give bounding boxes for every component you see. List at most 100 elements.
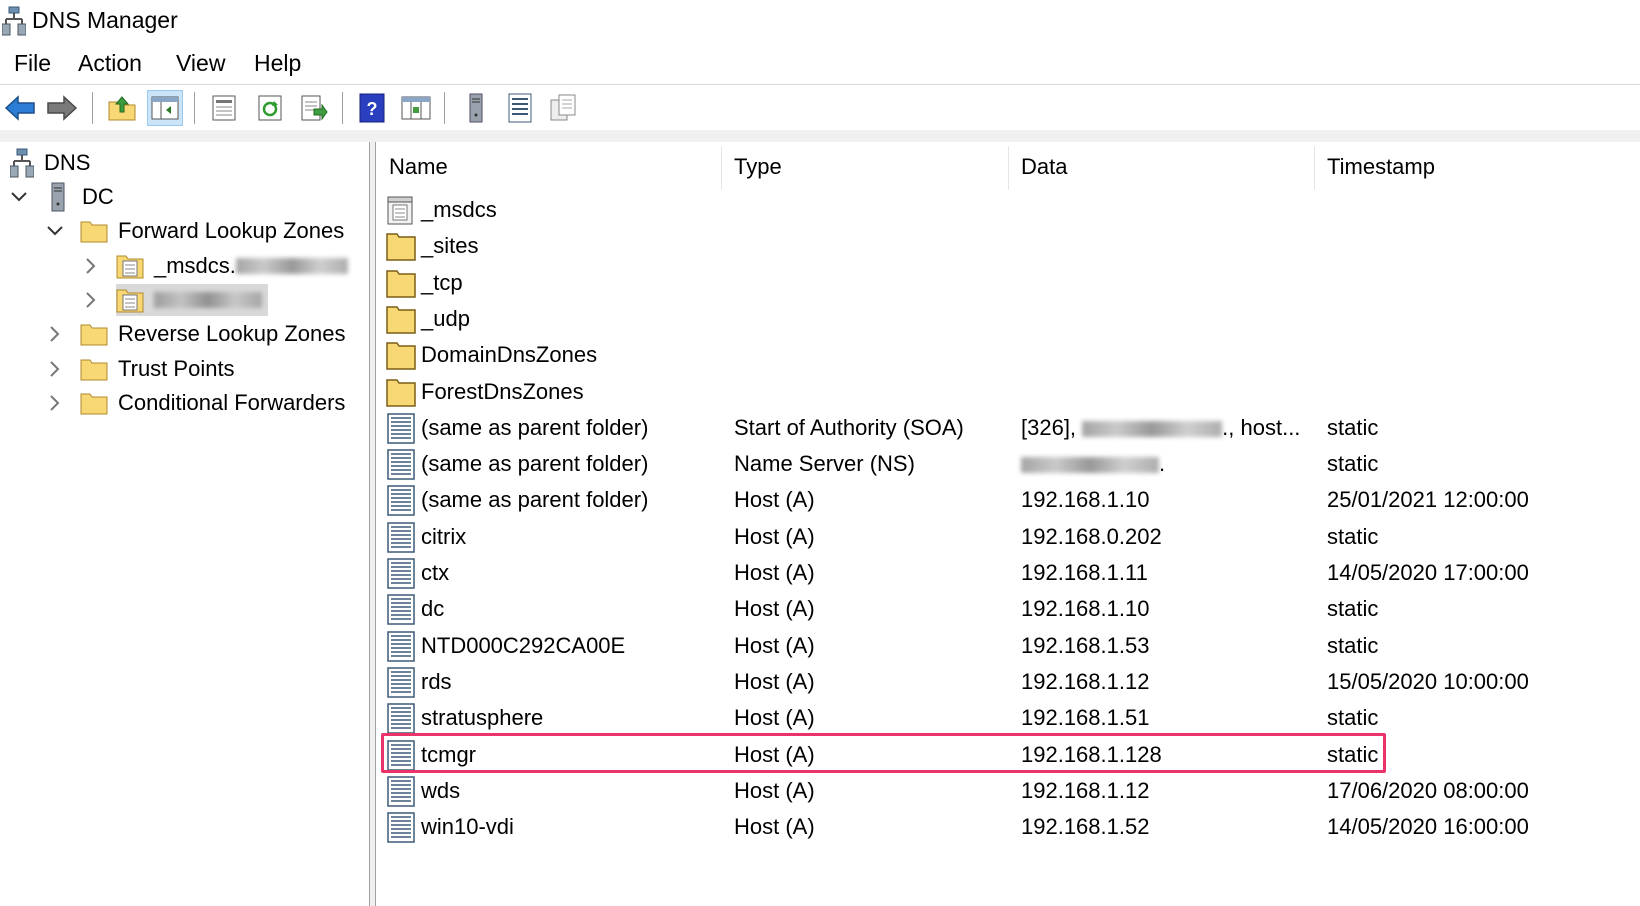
record-name: ForestDnsZones bbox=[421, 378, 584, 404]
table-row[interactable]: rds Host (A) 192.168.1.12 15/05/2020 10:00:… bbox=[384, 664, 1634, 700]
column-header-type[interactable]: Type bbox=[721, 142, 1009, 192]
table-row[interactable]: citrix Host (A) 192.168.0.202 static bbox=[384, 519, 1634, 555]
properties-icon[interactable] bbox=[206, 90, 242, 126]
view-icon[interactable] bbox=[398, 90, 434, 126]
folder-icon bbox=[386, 376, 416, 408]
record-timestamp: static bbox=[1327, 523, 1379, 549]
column-header-timestamp[interactable]: Timestamp bbox=[1314, 142, 1640, 192]
refresh-icon[interactable] bbox=[252, 90, 288, 126]
table-row[interactable]: DomainDnsZones bbox=[384, 337, 1634, 373]
record-name: ctx bbox=[421, 560, 450, 585]
server-icon[interactable] bbox=[458, 90, 494, 126]
table-row[interactable]: _tcp bbox=[384, 265, 1634, 301]
record-timestamp: static bbox=[1327, 451, 1379, 477]
table-row[interactable]: _sites bbox=[384, 228, 1634, 264]
forward-icon[interactable] bbox=[44, 90, 80, 126]
record-data: 192.168.1.11 bbox=[1021, 560, 1148, 586]
back-icon[interactable] bbox=[2, 90, 38, 126]
record-list-icon[interactable] bbox=[502, 90, 538, 126]
column-header-data[interactable]: Data bbox=[1008, 142, 1314, 192]
chevron-right-icon[interactable] bbox=[44, 358, 66, 380]
chevron-down-icon[interactable] bbox=[8, 186, 30, 208]
record-data-value: 192.168.1.12 bbox=[1021, 668, 1150, 694]
record-name: stratusphere bbox=[421, 705, 544, 731]
help-icon[interactable]: ? bbox=[354, 90, 390, 126]
tree-item-dns[interactable]: DNS bbox=[8, 146, 90, 180]
record-data: [326], ., host... bbox=[1021, 415, 1300, 441]
record-icon bbox=[386, 448, 416, 480]
table-row[interactable]: wds Host (A) 192.168.1.12 17/06/2020 08:00:… bbox=[384, 773, 1634, 809]
menu-divider bbox=[0, 84, 1640, 85]
tree-item-forward-lookup-zones[interactable]: Forward Lookup Zones bbox=[44, 214, 344, 248]
chevron-right-icon[interactable] bbox=[80, 289, 102, 311]
tree-item-zone-domain[interactable] bbox=[80, 283, 268, 317]
record-type: Host (A) bbox=[734, 668, 815, 694]
tree-label: Trust Points bbox=[118, 356, 235, 381]
records-list: Name Type Data Timestamp _msdcs _sites _tc… bbox=[376, 142, 1640, 906]
table-row[interactable]: (same as parent folder) Start of Authorit… bbox=[384, 410, 1634, 446]
record-data-value: 192.168.1.11 bbox=[1021, 560, 1148, 585]
record-data-value: [326], bbox=[1021, 414, 1083, 440]
up-folder-icon[interactable] bbox=[104, 90, 140, 126]
chevron-down-icon[interactable] bbox=[44, 220, 66, 242]
record-type: Host (A) bbox=[734, 523, 815, 549]
record-data: 192.168.0.202 bbox=[1021, 524, 1162, 550]
record-type: Host (A) bbox=[734, 632, 815, 658]
tree-label: Reverse Lookup Zones bbox=[118, 321, 346, 346]
show-hide-tree-icon[interactable] bbox=[147, 90, 183, 126]
record-data-value: 192.168.1.51 bbox=[1021, 705, 1150, 731]
record-icon bbox=[386, 557, 416, 589]
record-name: (same as parent folder) bbox=[421, 487, 649, 513]
menu-action[interactable]: Action bbox=[74, 50, 146, 77]
table-row[interactable]: ForestDnsZones bbox=[384, 374, 1634, 410]
folder-icon bbox=[386, 339, 416, 371]
record-type: Host (A) bbox=[734, 560, 815, 585]
table-row[interactable]: win10-vdi Host (A) 192.168.1.52 14/05/2020 … bbox=[384, 809, 1634, 845]
record-icon bbox=[386, 521, 416, 553]
record-name: rds bbox=[421, 668, 452, 694]
redacted-text bbox=[1082, 420, 1223, 437]
record-data-suffix: ., host... bbox=[1222, 414, 1301, 440]
tree-item-reverse-lookup-zones[interactable]: Reverse Lookup Zones bbox=[44, 317, 345, 351]
table-row[interactable]: ctx Host (A) 192.168.1.11 14/05/2020 17:00:… bbox=[384, 555, 1634, 591]
record-data: 192.168.1.10 bbox=[1021, 596, 1149, 622]
export-list-icon[interactable] bbox=[296, 90, 332, 126]
server-icon bbox=[44, 182, 72, 212]
record-type: Host (A) bbox=[734, 596, 815, 622]
record-name: _udp bbox=[421, 305, 470, 331]
record-icon bbox=[386, 666, 416, 698]
table-row[interactable]: (same as parent folder) Host (A) 192.168.1… bbox=[384, 482, 1634, 518]
folder-icon bbox=[80, 389, 108, 417]
record-timestamp: 17/06/2020 08:00:00 bbox=[1327, 777, 1529, 803]
record-data: . bbox=[1021, 451, 1165, 477]
table-row[interactable]: stratusphere Host (A) 192.168.1.51 static bbox=[384, 700, 1634, 736]
record-timestamp: static bbox=[1327, 705, 1379, 731]
column-header-name[interactable]: Name bbox=[376, 142, 721, 192]
record-icon bbox=[386, 630, 416, 662]
window-title: DNS Manager bbox=[32, 7, 178, 33]
menu-view[interactable]: View bbox=[172, 50, 229, 77]
tree-item-zone-msdcs[interactable]: _msdcs. bbox=[80, 249, 348, 283]
record-name: dc bbox=[421, 596, 445, 622]
record-timestamp: static bbox=[1327, 632, 1379, 658]
record-icon bbox=[386, 484, 416, 517]
table-row[interactable]: _msdcs bbox=[384, 192, 1634, 228]
tree-item-dc[interactable]: DC bbox=[8, 180, 114, 214]
tree-item-trust-points[interactable]: Trust Points bbox=[44, 352, 235, 386]
record-type: Host (A) bbox=[734, 487, 815, 513]
menu-help[interactable]: Help bbox=[250, 50, 305, 77]
table-row[interactable]: _udp bbox=[384, 301, 1634, 337]
tree-item-conditional-forwarders[interactable]: Conditional Forwarders bbox=[44, 386, 345, 420]
folder-icon bbox=[80, 320, 108, 348]
table-row[interactable]: (same as parent folder) Name Server (NS).… bbox=[384, 446, 1634, 482]
menu-file[interactable]: File bbox=[10, 50, 55, 77]
table-row[interactable]: dc Host (A) 192.168.1.10 static bbox=[384, 591, 1634, 627]
chevron-right-icon[interactable] bbox=[80, 255, 102, 277]
copy-records-icon[interactable] bbox=[545, 90, 581, 126]
record-type: Host (A) bbox=[734, 814, 815, 840]
record-name: DomainDnsZones bbox=[421, 342, 598, 368]
chevron-right-icon[interactable] bbox=[44, 323, 66, 345]
record-data-value: 192.168.1.53 bbox=[1021, 632, 1150, 658]
chevron-right-icon[interactable] bbox=[44, 392, 66, 414]
table-row[interactable]: NTD000C292CA00E Host (A) 192.168.1.53 stati… bbox=[384, 628, 1634, 664]
